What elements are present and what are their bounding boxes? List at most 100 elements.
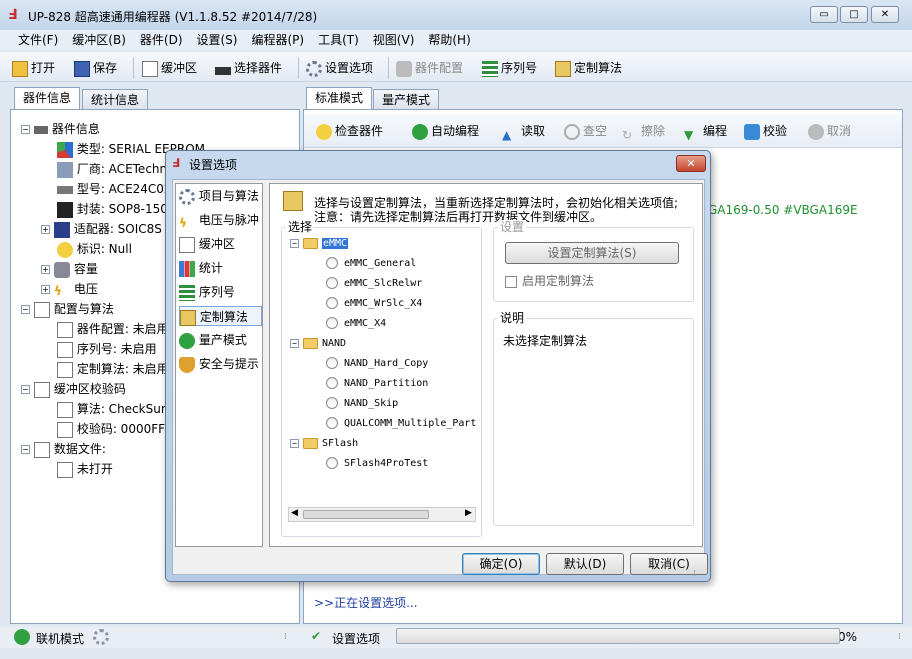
tree-not-opened: 未打开 [57,460,113,478]
menu-bar: 文件(F) 缓冲区(B) 器件(D) 设置(S) 编程器(P) 工具(T) 视图(V) 帮助(… [0,30,912,50]
tree-checksum-code: 校验码: 0000FFC [57,420,173,438]
nav-project-algorithm[interactable]: 项目与算法 [179,186,262,206]
device-name-text: GA169-0.50 #VBGA169E [708,203,858,217]
radio-icon [326,397,338,409]
buffer-button[interactable]: 缓冲区 [142,57,197,79]
save-button[interactable]: 保存 [74,57,117,79]
progress-text: 0% [838,630,858,644]
folder-nand[interactable]: − NAND [290,334,346,354]
menu-view[interactable]: 视图(V) [366,30,422,50]
description-line-1: 选择与设置定制算法，当重新选择定制算法时，会初始化相关选项值; [314,196,679,210]
binary-file-icon [57,421,73,438]
lightbulb-icon [316,123,332,140]
erase-button[interactable]: ↻ 擦除 [622,120,665,142]
algorithm-nand-partition[interactable]: NAND_Partition [326,374,428,394]
tree-adapter[interactable]: + 适配器: SOIC8S [41,220,162,238]
verify-button[interactable]: 校验 [744,120,787,142]
tree-capacity[interactable]: + 容量 [41,260,98,278]
tree-config[interactable]: − 配置与算法 [21,300,114,318]
shield-icon [179,356,195,373]
document-icon [34,301,50,318]
close-button[interactable]: ✕ [871,6,899,23]
algorithm-nand-skip[interactable]: NAND_Skip [326,394,398,414]
play-icon [412,123,428,140]
blank-check-button[interactable]: 查空 [564,120,607,142]
settings-group-label: 设置 [498,220,527,234]
menu-file[interactable]: 文件(F) [11,30,65,50]
tree-checksum[interactable]: − 缓冲区校验码 [21,380,126,398]
nav-serial-number[interactable]: 序列号 [179,282,262,302]
checkbox-icon [505,275,517,288]
default-button[interactable]: 默认(D) [546,553,624,575]
check-device-button[interactable]: 检查器件 [316,120,383,142]
maximize-button[interactable]: □ [840,6,868,23]
floppy-disk-icon [74,60,90,77]
data-file-icon [57,461,73,478]
open-button[interactable]: 打开 [12,57,55,79]
lock-icon [396,60,412,77]
custom-algorithm-button[interactable]: 定制算法 [555,57,622,79]
disk-icon [54,261,70,278]
title-bar: Ⅎ UP-828 超高速通用编程器 (V1.1.8.52 #2014/7/28)… [0,0,912,30]
algorithm-nand-hard-copy[interactable]: NAND_Hard_Copy [326,354,428,374]
menu-help[interactable]: 帮助(H) [421,30,477,50]
cancel-button[interactable]: 取消(C) [630,553,708,575]
menu-tools[interactable]: 工具(T) [311,30,366,50]
nav-mass-production[interactable]: 量产模式 [179,330,262,350]
scroll-thumb[interactable] [303,510,429,519]
cancel-operation-button[interactable]: 取消 [808,120,851,142]
ok-button[interactable]: 确定(O) [462,553,540,575]
algorithm-emmc-general[interactable]: eMMC_General [326,254,416,274]
algorithm-emmc-wrslc-x4[interactable]: eMMC_WrSlc_X4 [326,294,422,314]
tab-standard-mode[interactable]: 标准模式 [306,87,373,109]
tree-vendor: 厂商: ACETechn [57,160,167,178]
nav-statistics[interactable]: 统计 [179,258,262,278]
folder-sflash[interactable]: − SFlash [290,434,358,454]
tree-model: 型号: ACE24C02 [57,180,172,198]
settings-button[interactable]: 设置选项 [306,57,373,79]
menu-settings[interactable]: 设置(S) [190,30,245,50]
program-button[interactable]: ▼ 编程 [684,120,727,142]
device-config-button[interactable]: 器件配置 [396,57,463,79]
pie-chart-icon [57,141,73,158]
bar-chart-icon [179,260,195,277]
nav-custom-algorithm[interactable]: 定制算法 [179,306,262,326]
nav-security-tips[interactable]: 安全与提示 [179,354,262,374]
explanation-group-label: 说明 [498,311,527,325]
nav-buffer[interactable]: 缓冲区 [179,234,262,254]
menu-programmer[interactable]: 编程器(P) [244,30,311,50]
scroll-right-icon[interactable]: ▶ [465,508,472,518]
minimize-button[interactable]: ▭ [810,6,838,23]
algorithm-tree[interactable]: − eMMC eMMC_General eMMC_SlcRelwr eMMC_Wr… [288,234,478,504]
description-line-2: 注意：请先选择定制算法后再打开数据文件到缓冲区。 [314,210,603,224]
dialog-close-button[interactable]: ✕ [676,155,706,172]
read-button[interactable]: ▲ 读取 [502,120,545,142]
folder-emmc[interactable]: − eMMC [290,234,349,254]
settings-dialog: Ⅎ 设置选项 ✕ 项目与算法 ϟ 电压与脉冲 缓冲区 统计 序列号 定制算法 量… [165,150,711,582]
enable-custom-algorithm-checkbox[interactable]: 启用定制算法 [505,272,594,289]
algorithm-sflash4protest[interactable]: SFlash4ProTest [326,454,428,474]
nav-voltage-pulse[interactable]: ϟ 电压与脉冲 [179,210,262,230]
gear-icon [179,188,195,205]
menu-buffer[interactable]: 缓冲区(B) [65,30,133,50]
algorithm-emmc-slcrelwr[interactable]: eMMC_SlcRelwr [326,274,422,294]
select-device-button[interactable]: 选择器件 [215,57,282,79]
tab-mass-production[interactable]: 量产模式 [373,89,440,109]
menu-device[interactable]: 器件(D) [133,30,190,50]
chip-icon [57,185,73,194]
serial-number-button[interactable]: 序列号 [482,57,537,79]
tree-device-info[interactable]: − 器件信息 [21,120,100,138]
algorithm-qualcomm-multiple-part[interactable]: QUALCOMM_Multiple_Part [326,414,476,434]
algorithm-emmc-x4[interactable]: eMMC_X4 [326,314,386,334]
tree-voltage[interactable]: + ϟ 电压 [41,280,98,298]
dialog-body: 项目与算法 ϟ 电压与脉冲 缓冲区 统计 序列号 定制算法 量产模式 安全与提示… [172,179,708,579]
tab-statistics[interactable]: 统计信息 [82,89,149,109]
scroll-left-icon[interactable]: ◀ [291,508,298,518]
resize-grip-icon: ⁞ [693,569,696,579]
tree-data-file[interactable]: − 数据文件: [21,440,106,458]
auto-program-button[interactable]: 自动编程 [412,120,479,142]
explanation-group [493,318,694,526]
horizontal-scrollbar[interactable]: ◀ ▶ [288,507,476,522]
set-custom-algorithm-button[interactable]: 设置定制算法(S) [505,242,679,264]
tab-device-info[interactable]: 器件信息 [14,87,81,109]
